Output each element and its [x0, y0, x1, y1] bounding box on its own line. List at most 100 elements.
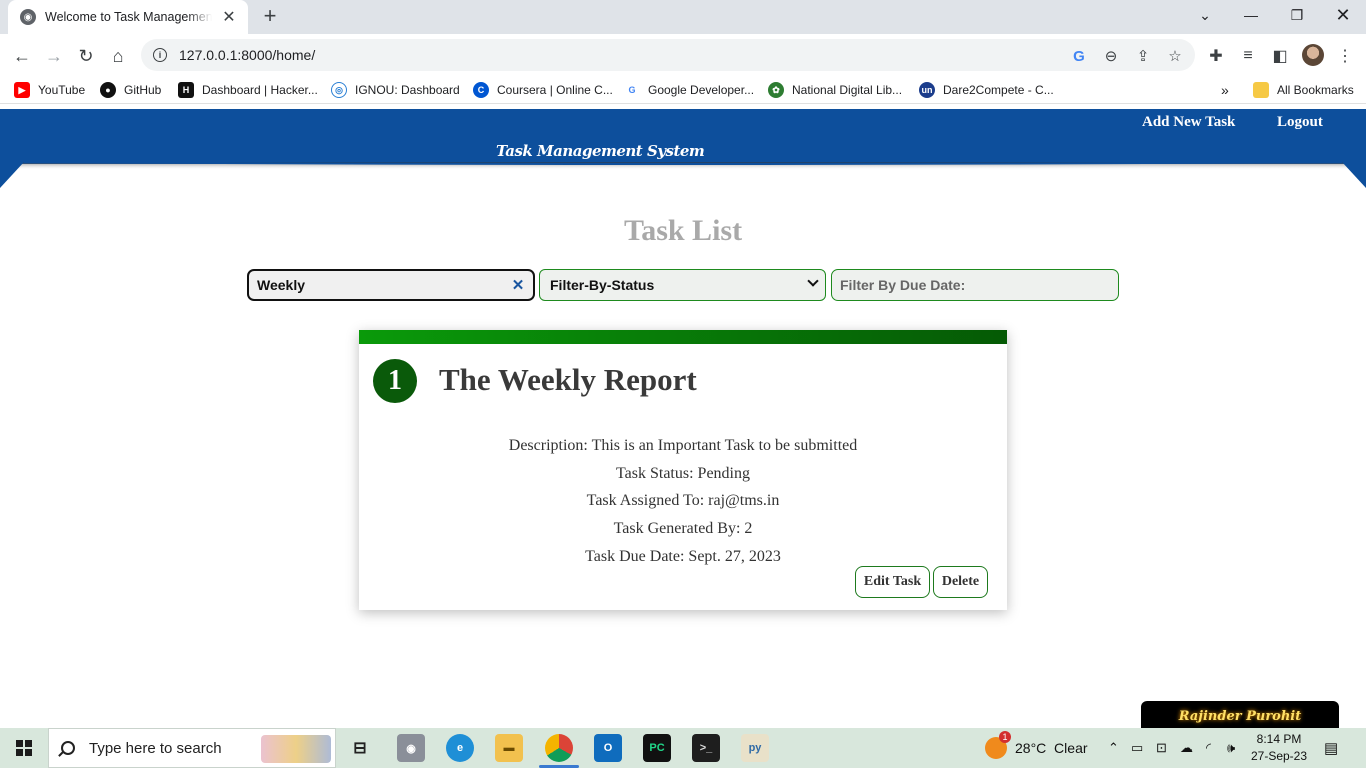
wifi-icon[interactable]: ◜ — [1206, 728, 1211, 768]
onedrive-icon[interactable]: ☁ — [1180, 728, 1193, 768]
notifications-icon[interactable]: ▤ — [1324, 728, 1338, 768]
tab-search-chevron-icon[interactable]: ⌄ — [1182, 0, 1228, 30]
github-icon: ● — [100, 82, 116, 98]
weather-widget[interactable]: 1 28°C Clear — [985, 728, 1088, 768]
search-input[interactable] — [257, 277, 511, 293]
weather-text: 28°C Clear — [1015, 740, 1088, 756]
dare2compete-icon: un — [919, 82, 935, 98]
close-tab-icon[interactable]: ✕ — [220, 7, 238, 27]
chrome-browser-icon[interactable] — [539, 734, 579, 768]
bookmark-ignou[interactable]: ◎ IGNOU: Dashboard — [331, 81, 460, 99]
volume-icon[interactable]: 🕪 — [1227, 728, 1235, 768]
python-icon[interactable]: py — [741, 734, 769, 762]
chevron-down-icon — [807, 275, 819, 287]
task-title: The Weekly Report — [439, 362, 697, 397]
edit-task-button[interactable]: Edit Task — [855, 566, 930, 598]
youtube-icon: ▶ — [14, 82, 30, 98]
edge-browser-icon[interactable]: e — [446, 734, 474, 762]
media-control-icon[interactable]: ≡ — [1237, 45, 1259, 67]
zoom-icon[interactable]: ⊖ — [1102, 47, 1120, 65]
task-view-icon[interactable]: ⊟ — [346, 734, 374, 762]
globe-icon: ◉ — [20, 9, 36, 25]
due-date-placeholder: Filter By Due Date: — [840, 277, 966, 293]
bookmark-label: GitHub — [124, 83, 162, 97]
bookmark-hackerrank[interactable]: H Dashboard | Hacker... — [178, 81, 318, 99]
pycharm-icon[interactable]: PC — [643, 734, 671, 762]
terminal-icon[interactable]: >_ — [692, 734, 720, 762]
clock-date: 27-Sep-23 — [1250, 749, 1308, 763]
file-explorer-icon[interactable]: ▬ — [495, 734, 523, 762]
bookmark-label: Coursera | Online C... — [497, 83, 613, 97]
bookmark-ndl[interactable]: ✿ National Digital Lib... — [768, 81, 902, 99]
weather-moon-icon: 1 — [985, 731, 1011, 759]
back-button[interactable]: ← — [8, 42, 36, 70]
outlook-icon[interactable]: O — [594, 734, 622, 762]
bookmark-star-icon[interactable]: ☆ — [1166, 47, 1184, 65]
address-bar[interactable]: i 127.0.0.1:8000/home/ G ⊖ ⇪ ☆ — [141, 39, 1195, 71]
status-filter-select[interactable]: Filter-By-Status — [539, 269, 826, 301]
delete-task-button[interactable]: Delete — [933, 566, 988, 598]
reload-button[interactable]: ↻ — [72, 42, 100, 70]
google-lens-icon[interactable]: G — [1070, 47, 1088, 65]
folder-icon — [1253, 82, 1269, 98]
battery-icon[interactable]: ▭ — [1131, 728, 1143, 768]
profile-avatar[interactable] — [1302, 44, 1324, 66]
browser-toolbar: ← → ↻ ⌂ i 127.0.0.1:8000/home/ G ⊖ ⇪ ☆ ✚… — [0, 34, 1366, 76]
task-assigned-to: Task Assigned To: raj@tms.in — [586, 492, 780, 510]
menu-dots-icon[interactable]: ⋮ — [1334, 45, 1356, 67]
windows-taskbar: Type here to search ⊟ ◉ e ▬ O PC >_ py 1… — [0, 728, 1366, 768]
coursera-icon: C — [473, 82, 489, 98]
bookmark-coursera[interactable]: C Coursera | Online C... — [473, 81, 613, 99]
new-tab-button[interactable]: + — [258, 3, 282, 28]
system-clock[interactable]: 8:14 PM 27-Sep-23 — [1246, 731, 1312, 765]
search-highlight-image — [261, 735, 331, 763]
show-hidden-icons-chevron-icon[interactable]: ⌃ — [1108, 728, 1119, 768]
camera-app-icon[interactable]: ◉ — [397, 734, 425, 762]
device-icon[interactable]: ⊡ — [1156, 728, 1167, 768]
web-page: Add New Task Logout Task Management Syst… — [0, 104, 1366, 728]
bookmark-label: YouTube — [38, 83, 86, 97]
all-bookmarks-folder[interactable]: All Bookmarks — [1253, 81, 1354, 99]
google-icon: G — [624, 82, 640, 98]
task-generated-by: Task Generated By: 2 — [613, 520, 753, 538]
header-curve-decoration — [0, 162, 1366, 188]
close-window-button[interactable]: ✕ — [1320, 0, 1366, 30]
hackerrank-icon: H — [178, 82, 194, 98]
site-info-icon[interactable]: i — [153, 48, 167, 62]
status-filter-value: Filter-By-Status — [550, 277, 655, 293]
taskbar-search[interactable]: Type here to search — [48, 728, 336, 768]
share-icon[interactable]: ⇪ — [1134, 47, 1152, 65]
start-button[interactable] — [0, 728, 48, 768]
bookmark-github[interactable]: ● GitHub — [100, 81, 161, 99]
clock-time: 8:14 PM — [1256, 732, 1302, 746]
ignou-icon: ◎ — [331, 82, 347, 98]
task-card: 1 The Weekly Report Description: This is… — [359, 330, 1007, 610]
author-name-tag: Rajinder Purohit — [1141, 701, 1339, 728]
bookmark-label: Google Developer... — [648, 83, 755, 97]
bookmark-google-developers[interactable]: G Google Developer... — [624, 81, 754, 99]
taskbar-search-placeholder: Type here to search — [89, 739, 222, 757]
bookmark-label: Dashboard | Hacker... — [202, 83, 318, 97]
home-button[interactable]: ⌂ — [104, 42, 132, 70]
extensions-icon[interactable]: ✚ — [1205, 45, 1227, 67]
bookmark-youtube[interactable]: ▶ YouTube — [14, 81, 85, 99]
forward-button[interactable]: → — [40, 42, 68, 70]
add-new-task-link[interactable]: Add New Task — [1142, 114, 1235, 131]
search-field[interactable]: ✕ — [247, 269, 535, 301]
ndl-icon: ✿ — [768, 82, 784, 98]
restore-button[interactable]: ❐ — [1274, 0, 1320, 30]
browser-tab[interactable]: ◉ Welcome to Task Management S ✕ — [8, 0, 248, 34]
task-status: Task Status: Pending — [616, 464, 750, 482]
page-title: Task List — [623, 214, 743, 247]
search-icon — [61, 741, 75, 755]
task-details: Description: This is an Important Task t… — [359, 432, 1007, 571]
due-date-filter[interactable]: Filter By Due Date: — [831, 269, 1119, 301]
more-bookmarks-chevron-icon[interactable]: » — [1221, 81, 1229, 99]
clear-search-icon[interactable]: ✕ — [511, 276, 525, 294]
bookmark-dare2compete[interactable]: un Dare2Compete - C... — [919, 81, 1054, 99]
side-panel-icon[interactable]: ◧ — [1269, 45, 1291, 67]
logout-link[interactable]: Logout — [1277, 114, 1323, 131]
minimize-button[interactable]: — — [1228, 0, 1274, 30]
bookmark-label: Dare2Compete - C... — [943, 83, 1054, 97]
bookmark-label: National Digital Lib... — [792, 83, 903, 97]
